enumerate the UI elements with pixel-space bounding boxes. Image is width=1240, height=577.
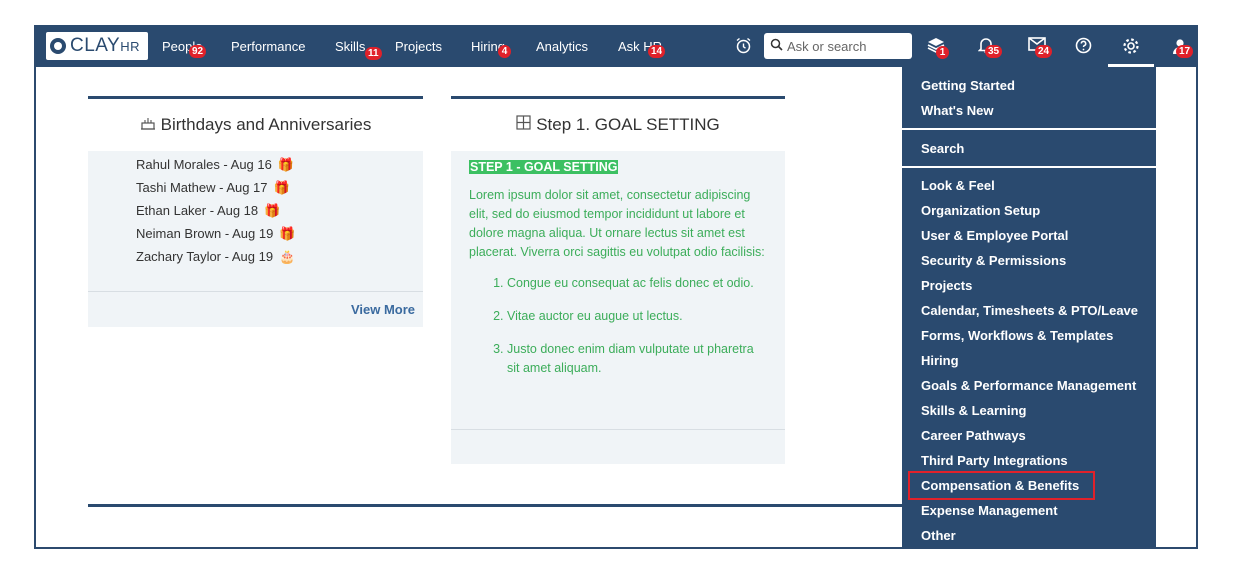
menu-item-compensation-benefits[interactable]: Compensation & Benefits — [908, 471, 1095, 500]
menu-item-forms-workflows[interactable]: Forms, Workflows & Templates — [902, 323, 1156, 348]
menu-item-career-pathways[interactable]: Career Pathways — [902, 423, 1156, 448]
list-item: Rahul Morales - Aug 16 🎁 — [136, 157, 295, 172]
list-item: Tashi Mathew - Aug 17 🎁 — [136, 180, 290, 195]
app-frame: CLAYHR People 92 Performance Skills 11 Pro… — [34, 25, 1198, 549]
alarm-clock-icon[interactable] — [733, 37, 753, 55]
menu-item-expense-management[interactable]: Expense Management — [902, 498, 1156, 523]
nav-performance[interactable]: Performance — [231, 39, 305, 54]
goal-step-heading: STEP 1 - GOAL SETTING — [469, 160, 619, 174]
menu-item-goals-performance[interactable]: Goals & Performance Management — [902, 373, 1156, 398]
nav-ask-hr-badge: 14 — [648, 45, 666, 58]
envelope-icon[interactable]: 24 — [1027, 37, 1053, 58]
avatar-icon[interactable]: 17 — [1170, 37, 1194, 58]
list-item: Neiman Brown - Aug 19 🎁 — [136, 226, 296, 241]
menu-item-whats-new[interactable]: What's New — [902, 98, 1156, 123]
nav-skills[interactable]: Skills 11 — [335, 39, 382, 60]
nav-ask-hr[interactable]: Ask HR 14 — [618, 39, 666, 58]
menu-item-getting-started[interactable]: Getting Started — [902, 73, 1156, 98]
nav-analytics[interactable]: Analytics — [536, 39, 588, 54]
list-item: Justo donec enim diam vulputate ut phare… — [507, 340, 767, 378]
tasks-badge: 1 — [936, 46, 949, 59]
help-icon[interactable] — [1073, 37, 1093, 55]
clayhr-logo[interactable]: CLAYHR — [46, 32, 148, 60]
menu-item-hiring[interactable]: Hiring — [902, 348, 1156, 373]
cake-icon — [140, 115, 156, 136]
search-input[interactable] — [787, 38, 905, 54]
logo-mark-icon — [50, 38, 66, 54]
menu-item-security-permissions[interactable]: Security & Permissions — [902, 248, 1156, 273]
nav-analytics-label: Analytics — [536, 39, 589, 54]
notifications-badge: 35 — [985, 45, 1003, 58]
birthday-list: Rahul Morales - Aug 16 🎁 Tashi Mathew - A… — [88, 151, 423, 291]
nav-performance-label: Performance — [231, 39, 306, 54]
nav-hiring[interactable]: Hiring 4 — [471, 39, 511, 58]
nav-projects-label: Projects — [395, 39, 442, 54]
nav-skills-label: Skills — [335, 39, 366, 54]
settings-dropdown-menu: Getting Started What's New Search Look &… — [902, 67, 1156, 547]
goal-paragraph: Lorem ipsum dolor sit amet, consectetur … — [469, 188, 765, 259]
list-item: Congue eu consequat ac felis donec et od… — [507, 274, 767, 293]
gift-icon: 🎁 — [279, 226, 296, 241]
stack-icon[interactable]: 1 — [926, 37, 949, 59]
menu-item-calendar-timesheets[interactable]: Calendar, Timesheets & PTO/Leave — [902, 298, 1156, 323]
bell-icon[interactable]: 35 — [976, 37, 1003, 58]
nav-hiring-badge: 4 — [498, 45, 511, 58]
goal-title: Step 1. GOAL SETTING — [536, 115, 720, 134]
nav-people-badge: 92 — [189, 45, 207, 58]
cake-icon: 🎂 — [279, 249, 296, 264]
grid-icon — [516, 115, 531, 135]
menu-item-projects[interactable]: Projects — [902, 273, 1156, 298]
messages-badge: 24 — [1035, 45, 1053, 58]
menu-item-user-employee-portal[interactable]: User & Employee Portal — [902, 223, 1156, 248]
logo-word: CLAY — [70, 35, 121, 56]
gear-icon — [1121, 37, 1141, 55]
menu-item-organization-setup[interactable]: Organization Setup — [902, 198, 1156, 223]
menu-item-third-party-integrations[interactable]: Third Party Integrations — [902, 448, 1156, 473]
nav-skills-badge: 11 — [365, 47, 382, 60]
menu-item-skills-learning[interactable]: Skills & Learning — [902, 398, 1156, 423]
list-item: Zachary Taylor - Aug 19 🎂 — [136, 249, 296, 264]
section-divider — [88, 504, 908, 507]
birthdays-card: Birthdays and Anniversaries Rahul Morale… — [88, 96, 423, 327]
gift-icon: 🎁 — [277, 157, 295, 172]
search-box[interactable] — [764, 33, 912, 59]
menu-item-search[interactable]: Search — [902, 136, 1156, 161]
gift-icon: 🎁 — [273, 180, 290, 195]
profile-badge: 17 — [1176, 45, 1194, 58]
search-icon — [770, 38, 783, 54]
list-item: Ethan Laker - Aug 18 🎁 — [136, 203, 281, 218]
logo-suffix: HR — [120, 39, 141, 54]
menu-item-look-and-feel[interactable]: Look & Feel — [902, 173, 1156, 198]
view-more-link[interactable]: View More — [351, 302, 415, 317]
nav-projects[interactable]: Projects — [395, 39, 442, 54]
nav-people[interactable]: People 92 — [162, 39, 207, 58]
gift-icon: 🎁 — [264, 203, 281, 218]
settings-tab[interactable] — [1108, 25, 1154, 67]
goal-list: Congue eu consequat ac felis donec et od… — [469, 274, 767, 378]
top-navbar: CLAYHR People 92 Performance Skills 11 Pro… — [36, 25, 1196, 67]
goal-setting-card: Step 1. GOAL SETTING STEP 1 - GOAL SETTI… — [451, 96, 785, 464]
menu-item-other[interactable]: Other — [902, 523, 1156, 547]
list-item: Vitae auctor eu augue ut lectus. — [507, 307, 767, 326]
birthdays-title: Birthdays and Anniversaries — [160, 115, 372, 134]
